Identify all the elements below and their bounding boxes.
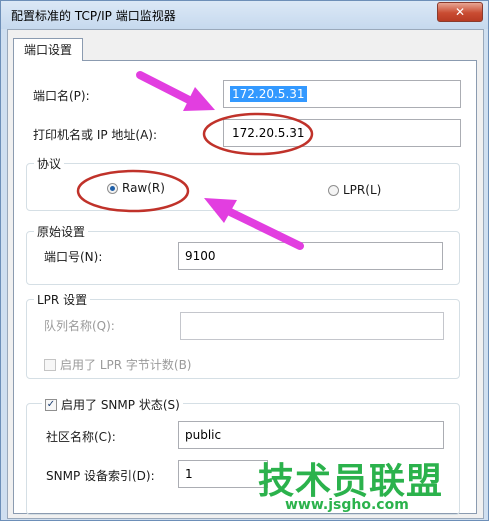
window-title: 配置标准的 TCP/IP 端口监视器 — [11, 9, 176, 23]
snmp-device-index-field[interactable]: 1 — [178, 460, 268, 488]
raw-radio[interactable]: Raw(R) — [107, 181, 165, 195]
radio-selected-icon — [107, 182, 118, 194]
snmp-device-index-label: SNMP 设备索引(D): — [46, 469, 155, 483]
lpr-byte-counting-label: 启用了 LPR 字节计数(B) — [60, 358, 192, 372]
printer-address-field[interactable]: 172.20.5.31 — [223, 119, 461, 147]
watermark-url: www.jsgho.com — [285, 497, 409, 513]
printer-address-label: 打印机名或 IP 地址(A): — [33, 128, 158, 142]
snmp-enabled-checkbox[interactable]: ✓ 启用了 SNMP 状态(S) — [42, 396, 183, 413]
lpr-byte-counting-checkbox[interactable]: 启用了 LPR 字节计数(B) — [44, 356, 192, 373]
checkbox-unchecked-icon — [44, 358, 56, 371]
queue-name-field[interactable] — [180, 312, 444, 340]
port-number-field[interactable]: 9100 — [178, 242, 443, 270]
title-bar[interactable]: 配置标准的 TCP/IP 端口监视器 ✕ — [1, 1, 488, 29]
snmp-enabled-label: 启用了 SNMP 状态(S) — [61, 398, 180, 412]
port-name-label: 端口名(P): — [33, 89, 90, 103]
port-number-label: 端口号(N): — [44, 250, 103, 264]
tab-port-settings[interactable]: 端口设置 — [13, 38, 83, 61]
port-name-value: 172.20.5.31 — [230, 86, 307, 102]
protocol-group-title: 协议 — [34, 155, 65, 172]
protocol-group — [26, 163, 460, 211]
lpr-radio-label: LPR(L) — [343, 183, 382, 197]
close-button[interactable]: ✕ — [437, 2, 483, 22]
raw-settings-title: 原始设置 — [34, 223, 89, 240]
port-name-field[interactable]: 172.20.5.31 — [223, 80, 461, 108]
check-icon: ✓ — [45, 398, 57, 411]
community-name-field[interactable]: public — [178, 421, 444, 449]
radio-unselected-icon — [328, 184, 339, 196]
raw-radio-label: Raw(R) — [122, 181, 165, 195]
queue-name-label: 队列名称(Q): — [44, 319, 115, 333]
lpr-settings-title: LPR 设置 — [34, 291, 91, 308]
lpr-radio[interactable]: LPR(L) — [328, 183, 381, 197]
community-name-label: 社区名称(C): — [46, 430, 116, 444]
